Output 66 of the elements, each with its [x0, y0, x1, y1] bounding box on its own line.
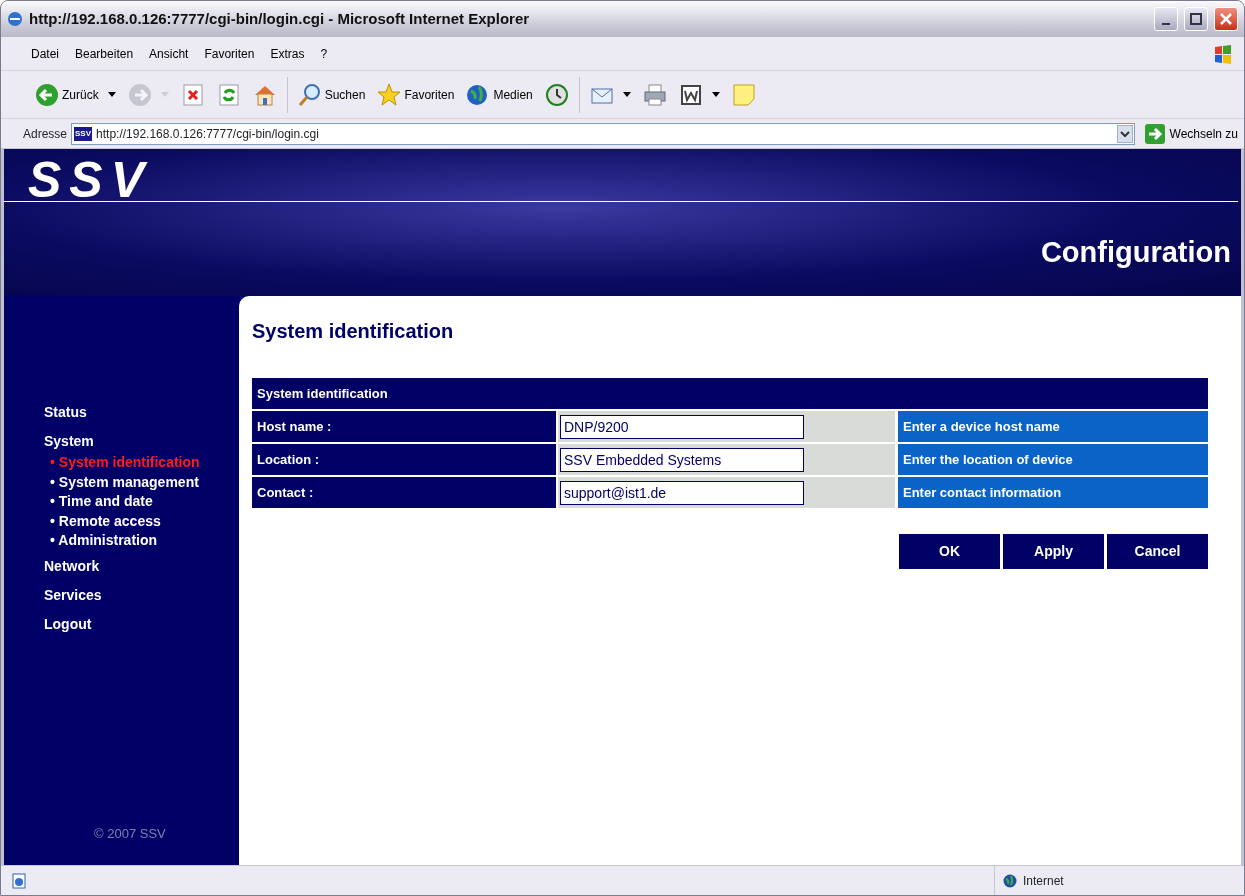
address-field[interactable]: SSV http://192.168.0.126:7777/cgi-bin/login.cgi	[71, 122, 1135, 145]
status-zone: Internet	[1023, 872, 1064, 890]
menu-item[interactable]: Favoriten	[196, 42, 263, 65]
sidebar-subitem[interactable]: • Remote access	[4, 511, 161, 531]
maximize-button[interactable]	[1184, 7, 1208, 31]
menu-item[interactable]: Extras	[262, 42, 313, 65]
star-icon	[377, 82, 402, 107]
sidebar-subitem[interactable]: • Administration	[4, 531, 158, 551]
globe-icon	[1003, 873, 1017, 888]
note-icon	[731, 82, 756, 107]
refresh-icon	[216, 82, 241, 107]
arrow-right-icon	[1144, 123, 1165, 144]
site-favicon: SSV	[74, 126, 93, 141]
field-label: Location :	[252, 444, 558, 475]
sidebar-item[interactable]: Network	[4, 552, 239, 582]
banner-title: Configuration	[1039, 234, 1232, 270]
page-icon	[11, 872, 27, 889]
caret-icon[interactable]	[107, 92, 116, 97]
sidebar-subitem[interactable]: • Time and date	[4, 492, 153, 512]
minimize-button[interactable]	[1154, 7, 1178, 31]
maximize-icon	[1190, 13, 1202, 25]
field-label: Host name :	[252, 411, 558, 442]
text-field[interactable]: support@ist1.de	[560, 480, 804, 505]
address-label: Adresse	[23, 125, 68, 143]
copyright-text: © 2007 SSV	[93, 824, 167, 843]
sidebar-item[interactable]: Logout	[4, 610, 239, 640]
star-button[interactable]: Favoriten	[373, 79, 459, 110]
close-button[interactable]	[1214, 7, 1238, 31]
arrow-left-button[interactable]: Zurück	[31, 79, 120, 110]
window-title: http://192.168.0.126:7777/cgi-bin/login.cgi - Microsoft Internet Explorer	[29, 8, 531, 29]
menu-item[interactable]: ?	[312, 42, 336, 65]
dropdown-icon[interactable]	[1116, 124, 1133, 143]
minimize-icon	[1162, 23, 1170, 25]
printer-icon	[642, 82, 667, 107]
menu-item[interactable]: Bearbeiten	[67, 42, 142, 65]
caret-icon[interactable]	[711, 92, 720, 97]
text-field[interactable]: SSV Embedded Systems	[560, 447, 804, 472]
logo-text: SSV	[27, 151, 154, 201]
globe-button[interactable]: Medien	[462, 79, 537, 110]
go-button[interactable]: Wechseln zu	[1138, 123, 1244, 144]
field-hint: Enter a device host name	[898, 411, 1208, 442]
close-icon	[1220, 13, 1232, 25]
field-hint: Enter the location of device	[898, 444, 1208, 475]
menu-item[interactable]: Datei	[23, 42, 67, 65]
form-button[interactable]: Cancel	[1107, 534, 1208, 569]
clock-icon	[544, 82, 569, 107]
arrow-right-icon	[127, 82, 152, 107]
form-button[interactable]: OK	[899, 534, 1000, 569]
form-header: System identification	[252, 378, 1208, 409]
address-url: http://192.168.0.126:7777/cgi-bin/login.cgi	[96, 125, 319, 143]
field-hint: Enter contact information	[898, 477, 1208, 508]
form-button[interactable]: Apply	[1003, 534, 1104, 569]
search-button[interactable]: Suchen	[293, 79, 370, 110]
field-label: Contact :	[252, 477, 558, 508]
windows-flag-icon	[1212, 42, 1234, 65]
sidebar-item[interactable]: Services	[4, 581, 239, 611]
caret-icon[interactable]	[622, 92, 631, 97]
document-icon	[678, 82, 703, 107]
stop-icon	[180, 82, 205, 107]
page-heading: System identification	[252, 319, 455, 344]
menu-item[interactable]: Ansicht	[141, 42, 197, 65]
sidebar-subitem[interactable]: • System management	[4, 472, 199, 492]
text-field[interactable]: DNP/9200	[560, 414, 804, 439]
search-icon	[297, 82, 322, 107]
arrow-left-icon	[35, 82, 59, 107]
sidebar-item[interactable]: Status	[4, 399, 239, 428]
